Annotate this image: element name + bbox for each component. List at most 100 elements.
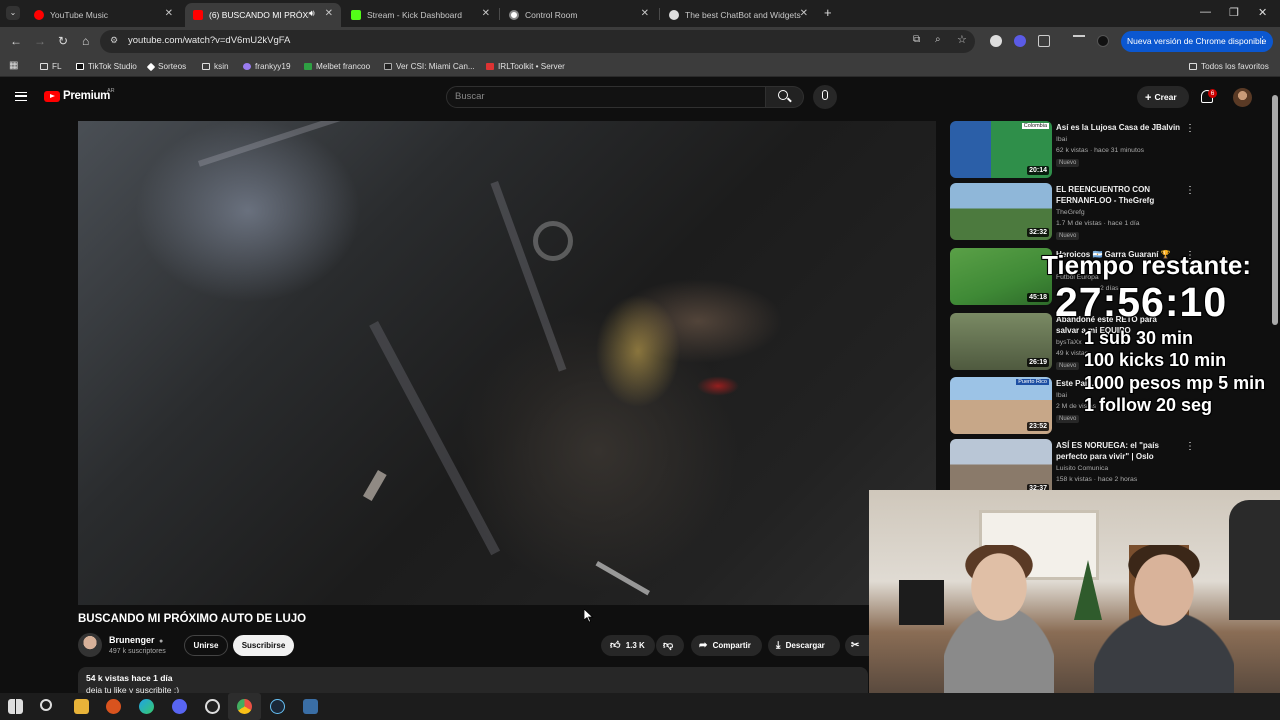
verified-icon: ● xyxy=(159,638,164,645)
bookmark-label: Todos los favoritos xyxy=(1201,62,1269,71)
recommendation-channel[interactable]: TheGrefg xyxy=(1056,209,1085,216)
more-vert-icon[interactable]: ⋮ xyxy=(1185,123,1195,134)
bookmark-tiktok-studio[interactable]: TikTok Studio xyxy=(76,62,137,71)
youtube-brand[interactable]: Premium xyxy=(63,90,110,102)
tab-control-room[interactable]: Control Room ✕ xyxy=(501,3,657,27)
window-close-icon[interactable]: ✕ xyxy=(1258,6,1267,19)
video-thumbnail[interactable]: Puerto Rico 23:52 xyxy=(950,377,1052,434)
close-tab-icon[interactable]: ✕ xyxy=(800,8,808,19)
video-thumbnail[interactable]: 32:37 xyxy=(950,439,1052,496)
new-tab-button[interactable]: + xyxy=(824,5,832,20)
recommendation-channel[interactable]: Ibai xyxy=(1056,392,1067,399)
bookmark-csi-miami[interactable]: Ver CSI: Miami Can... xyxy=(384,62,475,71)
more-vert-icon[interactable]: ⋮ xyxy=(1185,441,1195,452)
clip-button[interactable]: ✂ xyxy=(845,635,869,656)
tab-search-button[interactable]: ⌄ xyxy=(6,6,20,20)
search-button[interactable] xyxy=(766,86,804,108)
extension-2-icon[interactable] xyxy=(1014,35,1026,47)
more-vert-icon[interactable]: ⋮ xyxy=(1185,185,1195,196)
edge-icon[interactable] xyxy=(139,699,154,714)
home-icon[interactable]: ⌂ xyxy=(82,34,89,48)
channel-name[interactable]: Brunenger ● xyxy=(109,635,163,645)
youtube-logo-icon[interactable] xyxy=(44,91,60,102)
video-thumbnail[interactable]: 45:18 xyxy=(950,248,1052,305)
tab-youtube-video[interactable]: (6) BUSCANDO MI PRÓXIM 🔊︎ ✕ xyxy=(185,3,341,27)
all-bookmarks[interactable]: Todos los favoritos xyxy=(1189,62,1269,71)
channel-avatar[interactable] xyxy=(78,633,102,657)
close-tab-icon[interactable]: ✕ xyxy=(165,8,173,19)
recommendation-item[interactable]: 32:32 EL REENCUENTRO CON FERNANFLOO - Th… xyxy=(950,183,1266,243)
download-button[interactable]: ⤓ Descargar xyxy=(768,635,840,656)
video-thumbnail[interactable]: 32:32 xyxy=(950,183,1052,240)
bookmark-star-icon[interactable]: ☆ xyxy=(957,33,967,46)
like-button[interactable]: 👍︎ 1.3 K xyxy=(601,635,655,656)
extension-1-icon[interactable] xyxy=(990,35,1002,47)
recommendation-channel[interactable]: Luisito Comunica xyxy=(1056,465,1108,472)
profile-icon[interactable] xyxy=(1097,35,1109,47)
recommendation-item[interactable]: Colombia 20:14 Así es la Lujosa Casa de … xyxy=(950,121,1266,181)
bookmark-melbet[interactable]: Melbet francoo xyxy=(304,62,370,71)
recommendation-title[interactable]: Así es la Lujosa Casa de JBalvin xyxy=(1056,122,1181,133)
more-vert-icon: ⋮ xyxy=(1258,35,1267,45)
discord-icon[interactable] xyxy=(172,699,187,714)
audio-playing-icon[interactable]: 🔊︎ xyxy=(309,8,315,19)
menu-icon[interactable] xyxy=(15,92,27,101)
media-control-icon[interactable] xyxy=(1073,35,1085,47)
reload-icon[interactable]: ↻ xyxy=(58,34,68,48)
recommendation-channel[interactable]: bysTaXx xyxy=(1056,339,1082,346)
app-shield-icon[interactable] xyxy=(106,699,121,714)
video-frame-detail xyxy=(533,221,573,261)
webcam-feed xyxy=(869,490,1280,693)
extensions-puzzle-icon[interactable] xyxy=(1038,35,1050,47)
video-title: BUSCANDO MI PRÓXIMO AUTO DE LUJO xyxy=(78,613,307,625)
close-tab-icon[interactable]: ✕ xyxy=(325,8,333,19)
obs-icon[interactable] xyxy=(205,699,220,714)
chrome-update-button[interactable]: Nueva versión de Chrome disponible ⋮ xyxy=(1121,31,1273,52)
recommendation-title[interactable]: ASÍ ES NORUEGA: el "país perfecto para v… xyxy=(1056,440,1181,462)
video-thumbnail[interactable]: Colombia 20:14 xyxy=(950,121,1052,178)
bookmark-fl[interactable]: FL xyxy=(40,62,62,71)
bookmark-label: Ver CSI: Miami Can... xyxy=(396,62,475,71)
video-thumbnail[interactable]: 26:19 xyxy=(950,313,1052,370)
windows-start-icon[interactable] xyxy=(8,699,23,714)
file-explorer-icon[interactable] xyxy=(74,699,89,714)
minimize-icon[interactable]: — xyxy=(1200,6,1211,18)
thumbnail-tag: Puerto Rico xyxy=(1016,379,1049,385)
restore-icon[interactable]: ❐ xyxy=(1229,6,1239,19)
join-button[interactable]: Unirse xyxy=(184,635,228,656)
search-input[interactable]: Buscar xyxy=(446,86,766,108)
bookmark-sorteos[interactable]: Sorteos xyxy=(146,62,186,72)
close-tab-icon[interactable]: ✕ xyxy=(641,8,649,19)
install-app-icon[interactable]: ⧉ xyxy=(913,34,920,45)
back-icon[interactable]: ← xyxy=(10,34,22,48)
forward-icon[interactable]: → xyxy=(34,34,46,48)
tab-chatbot-widgets[interactable]: The best ChatBot and Widgets ✕ xyxy=(661,3,816,27)
video-player[interactable] xyxy=(78,121,936,605)
close-tab-icon[interactable]: ✕ xyxy=(482,8,490,19)
recommendation-title[interactable]: EL REENCUENTRO CON FERNANFLOO - TheGrefg xyxy=(1056,184,1181,206)
scrollbar-thumb[interactable] xyxy=(1272,95,1278,325)
calculator-icon[interactable] xyxy=(303,699,318,714)
youtube-icon xyxy=(193,10,203,20)
bookmark-frankyy19[interactable]: frankyy19 xyxy=(243,62,291,71)
bookmark-ksin[interactable]: ksin xyxy=(202,62,229,71)
dislike-button[interactable]: 👎︎ xyxy=(656,635,684,656)
voice-search-button[interactable] xyxy=(813,85,837,109)
address-bar[interactable]: ⚙ youtube.com/watch?v=dV6mU2kVgFA ⧉ ⌕ ☆ xyxy=(100,30,975,53)
bookmark-irltoolkit[interactable]: IRLToolkit • Server xyxy=(486,62,565,71)
bookmark-label: Melbet francoo xyxy=(316,62,371,71)
tab-kick-dashboard[interactable]: Stream - Kick Dashboard ✕ xyxy=(343,3,498,27)
create-button[interactable]: + Crear xyxy=(1137,86,1189,108)
share-button[interactable]: ➦ Compartir xyxy=(691,635,762,656)
site-info-icon[interactable]: ⚙ xyxy=(110,35,118,46)
description-box[interactable] xyxy=(78,667,868,693)
tab-youtube-music[interactable]: YouTube Music ✕ xyxy=(26,3,181,27)
zoom-icon[interactable]: ⌕ xyxy=(935,34,941,45)
apps-grid-icon[interactable]: ▦ xyxy=(9,60,18,71)
search-icon[interactable] xyxy=(40,699,52,711)
avatar[interactable] xyxy=(1233,88,1252,107)
download-icon: ⤓ xyxy=(776,640,781,651)
steam-icon[interactable] xyxy=(270,699,285,714)
recommendation-channel[interactable]: Ibai xyxy=(1056,136,1067,143)
subscribe-button[interactable]: Suscribirse xyxy=(233,635,294,656)
